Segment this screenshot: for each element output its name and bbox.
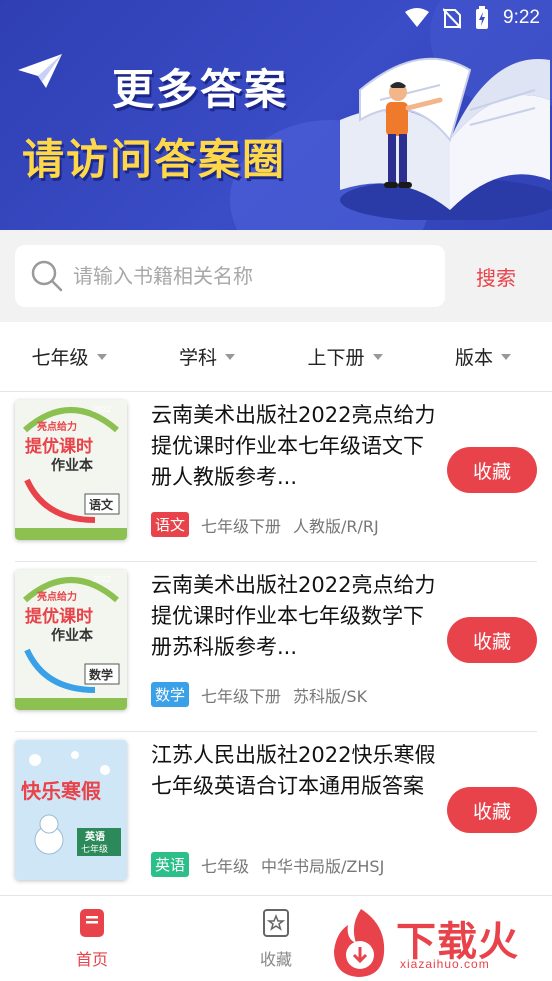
filter-volume[interactable]: 上下册 xyxy=(276,322,414,391)
cover-image: 亮点给力 2022 提优课时 作业本 数学 xyxy=(15,570,127,710)
search-icon xyxy=(31,260,63,292)
filter-edition[interactable]: 版本 xyxy=(414,322,552,391)
paper-plane-icon xyxy=(18,54,62,88)
book-title[interactable]: 江苏人民出版社2022快乐寒假七年级英语合订本通用版答案 xyxy=(151,740,436,802)
cover-year: 2022 xyxy=(93,575,111,584)
book-meta: 数学 七年级下册 苏科版/SK xyxy=(151,682,367,707)
nav-favorites[interactable]: 收藏 xyxy=(226,908,326,970)
book-meta: 语文 七年级下册 人教版/R/RJ xyxy=(151,512,379,537)
subject-tag: 数学 xyxy=(151,682,190,707)
favorite-button[interactable]: 收藏 xyxy=(447,787,537,833)
book-edition: 人教版/R/RJ xyxy=(293,516,379,536)
nav-label: 首页 xyxy=(75,950,108,969)
cover-image: 快乐寒假 英语 七年级 xyxy=(15,740,127,880)
book-meta: 英语 七年级 中华书局版/ZHSJ xyxy=(151,852,384,877)
cover-title-2: 作业本 xyxy=(51,457,94,474)
battery-charging-icon xyxy=(476,6,489,29)
star-icon xyxy=(263,909,289,937)
no-sim-icon xyxy=(443,8,462,29)
favorite-button[interactable]: 收藏 xyxy=(447,617,537,663)
filter-grade[interactable]: 七年级 xyxy=(0,322,138,391)
wifi-icon xyxy=(405,8,430,27)
banner-headline: 更多答案 xyxy=(112,65,289,114)
filter-bar: 七年级 学科 上下册 版本 xyxy=(0,322,552,392)
cover-subject: 英语 xyxy=(84,830,105,843)
favorite-button[interactable]: 收藏 xyxy=(447,447,537,493)
filter-subject[interactable]: 学科 xyxy=(138,322,276,391)
caret-down-icon xyxy=(372,353,383,360)
cover-series: 亮点给力 xyxy=(37,590,77,603)
caret-down-icon xyxy=(225,353,235,360)
cover-subject: 语文 xyxy=(89,497,114,512)
book-grade: 七年级下册 xyxy=(201,516,282,536)
book-list-item[interactable]: 亮点给力 2022 提优课时 作业本 语文 云南美术出版社2022亮点给力提优课… xyxy=(15,392,537,562)
filter-label: 版本 xyxy=(454,347,493,369)
watermark-logo: 下载火 xiazaihuo.com xyxy=(326,905,552,981)
book-cover: 快乐寒假 英语 七年级 xyxy=(15,740,127,880)
book-list-item[interactable]: 快乐寒假 英语 七年级 江苏人民出版社2022快乐寒假七年级英语合订本通用版答案… xyxy=(15,732,537,902)
filter-label: 学科 xyxy=(178,347,217,369)
cover-year: 2022 xyxy=(93,405,111,414)
book-grade: 七年级 xyxy=(201,856,250,876)
book-cover: 亮点给力 2022 提优课时 作业本 数学 xyxy=(15,570,127,710)
subject-tag: 语文 xyxy=(151,512,190,537)
caret-down-icon xyxy=(501,353,511,360)
search-button[interactable]: 搜索 xyxy=(476,262,516,291)
cover-subject: 数学 xyxy=(89,667,113,682)
search-field[interactable] xyxy=(15,245,445,307)
fire-logo-icon xyxy=(334,909,385,977)
cover-image: 亮点给力 2022 提优课时 作业本 语文 xyxy=(15,400,127,540)
open-book-illustration xyxy=(340,57,552,220)
filter-label: 七年级 xyxy=(31,347,89,369)
book-list: 亮点给力 2022 提优课时 作业本 语文 云南美术出版社2022亮点给力提优课… xyxy=(0,392,552,902)
watermark-url: xiazaihuo.com xyxy=(400,957,490,971)
search-input[interactable] xyxy=(73,264,413,288)
book-grade: 七年级下册 xyxy=(201,686,282,706)
banner-subheadline: 请访问答案圈 xyxy=(22,135,287,184)
cover-title-2: 作业本 xyxy=(51,627,94,644)
nav-home[interactable]: 首页 xyxy=(42,908,142,970)
filter-label: 上下册 xyxy=(307,347,365,369)
promo-banner[interactable]: 9:22 更多答案 请访问答案圈 xyxy=(0,0,552,230)
book-list-item[interactable]: 亮点给力 2022 提优课时 作业本 数学 云南美术出版社2022亮点给力提优课… xyxy=(15,562,537,732)
search-bar: 搜索 xyxy=(0,230,552,322)
caret-down-icon xyxy=(96,353,107,360)
nav-label: 收藏 xyxy=(259,950,292,969)
cover-series: 亮点给力 xyxy=(37,420,77,433)
cover-grade: 七年级 xyxy=(81,843,108,855)
subject-tag: 英语 xyxy=(151,852,190,877)
cover-title: 提优课时 xyxy=(25,606,93,627)
home-book-icon xyxy=(80,909,104,937)
book-cover: 亮点给力 2022 提优课时 作业本 语文 xyxy=(15,400,127,540)
book-edition: 中华书局版/ZHSJ xyxy=(261,856,385,876)
status-time: 9:22 xyxy=(503,7,540,28)
cover-title: 快乐寒假 xyxy=(21,779,102,803)
book-title[interactable]: 云南美术出版社2022亮点给力提优课时作业本七年级数学下册苏科版参考... xyxy=(151,570,436,663)
book-edition: 苏科版/SK xyxy=(293,686,368,706)
book-title[interactable]: 云南美术出版社2022亮点给力提优课时作业本七年级语文下册人教版参考... xyxy=(151,400,436,493)
status-bar: 9:22 xyxy=(405,6,540,30)
cover-title: 提优课时 xyxy=(25,436,93,457)
